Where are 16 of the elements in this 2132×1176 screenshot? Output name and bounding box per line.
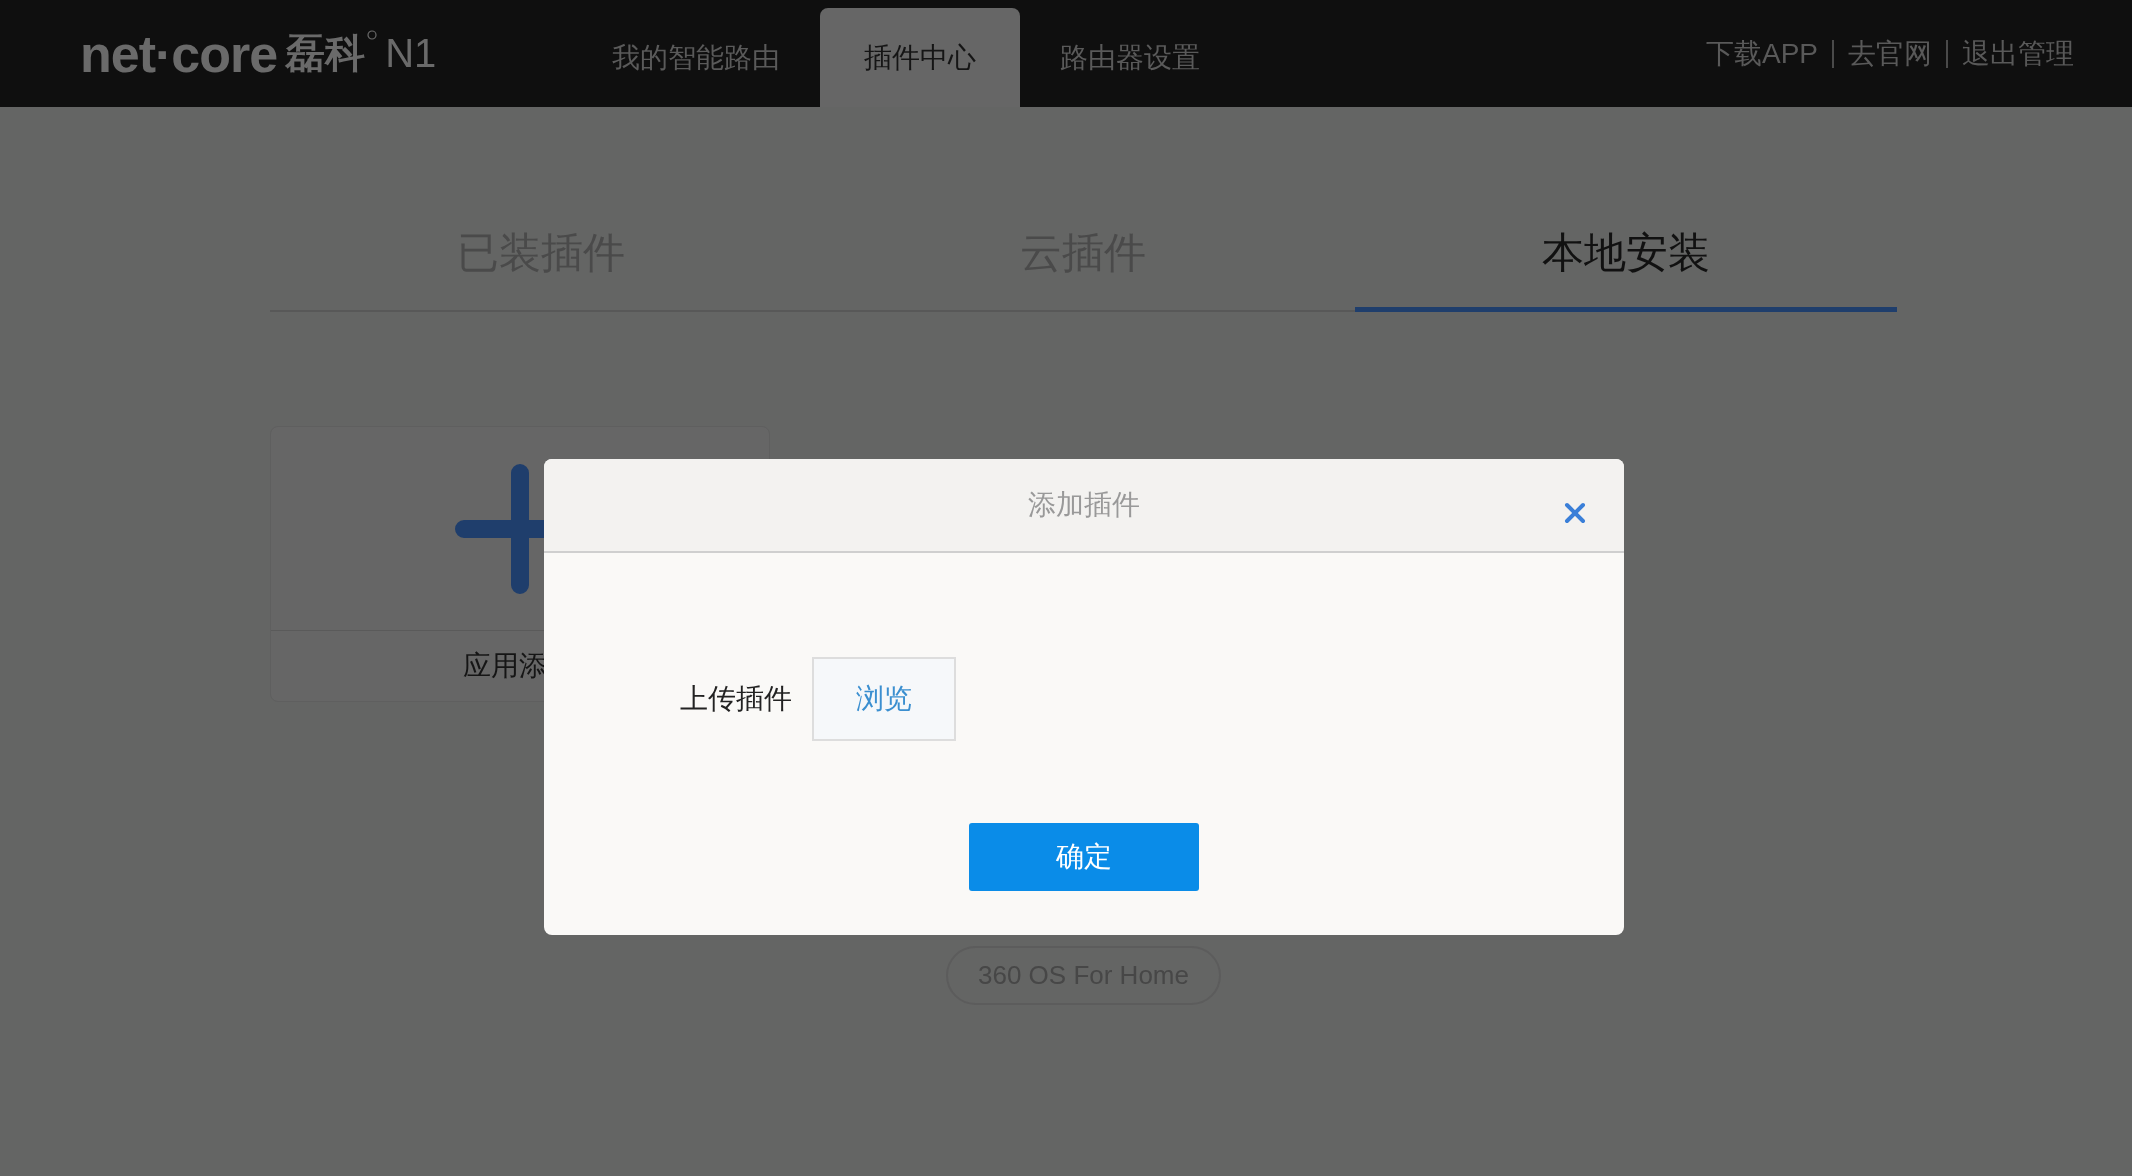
- nav-tab[interactable]: 我的智能路由: [572, 8, 820, 107]
- nav-tab[interactable]: 路由器设置: [1020, 8, 1240, 107]
- header-link[interactable]: 去官网: [1848, 34, 1932, 73]
- brand-logo-text: net·core: [80, 23, 278, 84]
- header-link[interactable]: 下载APP: [1705, 34, 1818, 73]
- nav-tab[interactable]: 插件中心: [820, 8, 1020, 107]
- header-link[interactable]: 退出管理: [1962, 34, 2074, 73]
- plugin-tab[interactable]: 本地安装: [1354, 205, 1897, 312]
- confirm-button[interactable]: 确定: [969, 823, 1199, 891]
- close-icon[interactable]: [1564, 502, 1586, 524]
- registered-mark-icon: [367, 30, 378, 40]
- model-name: N1: [385, 31, 437, 76]
- dialog-title: 添加插件: [1028, 488, 1140, 522]
- card-label: 应用添: [463, 649, 547, 683]
- brand-logo-chinese: 磊科: [285, 30, 366, 77]
- browse-button[interactable]: 浏览: [812, 657, 956, 741]
